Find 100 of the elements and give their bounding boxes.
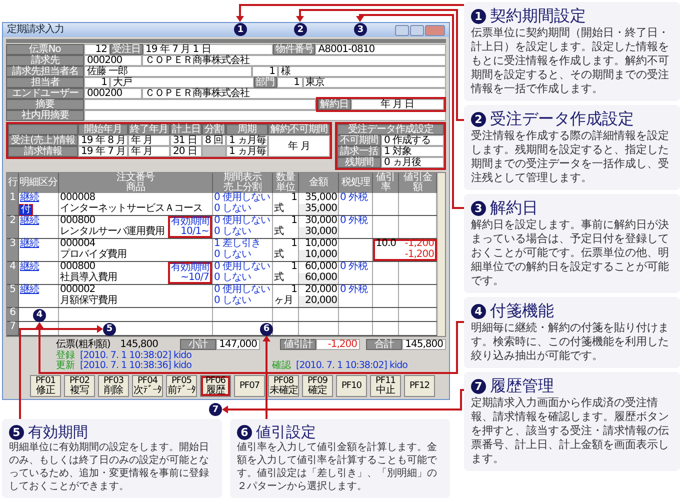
log-timestamp: [2010. 7. 1 10:38:02] kido (296, 361, 408, 371)
minimize-button[interactable] (395, 24, 409, 36)
tag-badge[interactable]: 付 (20, 205, 32, 215)
input-field[interactable]: 12 (84, 44, 110, 55)
input-field[interactable]: 20 日 (170, 146, 202, 157)
function-key-button[interactable]: PF11 中止 (370, 375, 401, 397)
input-field[interactable]: 31 日 (170, 135, 202, 146)
input-field[interactable] (84, 110, 446, 121)
column-header: 解約不可期間 (268, 124, 330, 135)
column-header: 明細区分 (19, 173, 59, 193)
column-header: 分割 (202, 124, 226, 135)
number-badge: 1 (471, 8, 486, 24)
field-label: 解約日 (318, 99, 350, 110)
input-field[interactable]: 年 月 (268, 135, 330, 157)
table-cell-text: 000008 (59, 193, 96, 204)
input-field[interactable]: ＣＯＰＥＲ商事株式会社 (142, 55, 446, 66)
section-header: 受注データ作成設定 (337, 124, 444, 135)
input-field[interactable]: 19 年 7 月 1 日 (142, 44, 274, 55)
input-field[interactable]: 東京 (302, 77, 446, 88)
table-cell: 35,000 (299, 204, 338, 215)
number-badge: 4 (471, 304, 486, 318)
input-field[interactable]: A8001-0810 (315, 44, 446, 55)
function-key-button[interactable]: PF02 複写 (64, 375, 95, 397)
scrollbar[interactable] (437, 173, 445, 336)
table-cell-text: 0 外税 (339, 216, 369, 227)
input-field[interactable]: 1 (252, 66, 278, 77)
table-cell-text: 1 (290, 239, 298, 250)
table-cell-text: 30,000 (304, 216, 338, 226)
close-button[interactable] (425, 24, 445, 36)
number-badge: 2 (471, 112, 486, 126)
table-cell-text: -1,200 (404, 239, 435, 250)
table-cell: 30,000 (299, 227, 338, 238)
table-cell-text: 0 しない (213, 296, 252, 307)
total-value: 145,800 (119, 339, 158, 350)
table-cell-text: 10,000 (304, 239, 338, 250)
total-field: 147,000 (216, 339, 260, 350)
column-header: 値引金額 (399, 173, 437, 193)
input-field[interactable]: 大戸 (110, 77, 254, 88)
function-key-button[interactable]: PF06 履歴 (200, 375, 231, 397)
field-label: 不可期間 (337, 135, 381, 146)
function-key-button[interactable]: PF12 (404, 375, 435, 397)
number-badge: 5 (9, 424, 24, 440)
input-field[interactable]: 1 (276, 77, 302, 88)
detail-type-link[interactable]: 継続 (20, 284, 39, 295)
table-cell-text: 000002 (59, 285, 96, 295)
column-header: 数量 (276, 173, 295, 183)
table-cell: 60,000 (299, 273, 338, 284)
input-field[interactable]: 1 ヵ月毎 (226, 135, 268, 146)
function-key-button[interactable]: PF10 (336, 375, 367, 397)
input-field[interactable]: 1 対象 (381, 146, 444, 157)
input-field[interactable]: 000200 (84, 55, 142, 66)
callout-title: 契約期間設定 (490, 6, 586, 26)
input-field[interactable]: 佐藤 一郎 (84, 66, 252, 77)
column-header: 金額 (299, 173, 339, 193)
table-cell-text: ヶ月 (273, 296, 294, 307)
callout-title: 値引設定 (256, 423, 316, 441)
table-cell-text: 0 使用しない (213, 285, 272, 296)
field-label: 残期間 (337, 157, 381, 168)
function-key-button[interactable]: PF03 削除 (98, 375, 129, 397)
input-field[interactable]: 1 (84, 77, 110, 88)
input-field[interactable]: 0 ヵ月後 (381, 157, 444, 168)
input-field[interactable]: 0 作成する (381, 135, 444, 146)
table-cell-text: 式 (273, 250, 284, 261)
function-key-button[interactable]: PF05 前ﾃﾞｰﾀ (166, 375, 197, 397)
input-field[interactable]: 19 年 8 月 (78, 135, 128, 146)
date-field[interactable]: 年 月 日 (350, 99, 444, 110)
table-cell-text: 000800 (59, 216, 96, 226)
field-label: 物件番号 (273, 44, 316, 55)
input-field[interactable]: 年 月 (128, 146, 170, 157)
function-key-button[interactable]: PF01 修正 (30, 375, 61, 397)
detail-type-link[interactable]: 継続 (20, 215, 39, 226)
detail-type-link[interactable]: 継続 (20, 192, 39, 203)
function-key-button[interactable]: PF09 確定 (302, 375, 333, 397)
function-key-button[interactable]: PF04 次ﾃﾞｰﾀ (132, 375, 163, 397)
maximize-button[interactable] (410, 24, 424, 36)
input-field[interactable]: ＣＯＰＥＲ商事株式会社 (142, 88, 446, 99)
table-cell-text: 60,000 (304, 262, 338, 272)
column-header: 税処理 (339, 173, 373, 193)
callout-title: 履歴管理 (490, 376, 554, 396)
number-badge: 3 (471, 200, 486, 216)
detail-type-link[interactable]: 継続 (20, 261, 39, 272)
function-key-button[interactable]: PF08 未確定 (268, 375, 299, 397)
input-field[interactable]: 19 年 7 月 (78, 146, 128, 157)
input-field[interactable]: 年 月 (128, 135, 170, 146)
input-field[interactable]: 様 (278, 66, 446, 77)
table-cell-text: 0 使用しない (213, 262, 272, 272)
validity-range: ~10/7 (180, 273, 209, 283)
function-key-button[interactable]: PF07 (234, 375, 265, 397)
detail-type-link[interactable]: 継続 (20, 238, 39, 249)
table-cell-text: 0 外税 (339, 262, 369, 273)
table-cell-text: -1,200 (404, 250, 435, 261)
window-title: 定期請求入力 (7, 24, 64, 36)
input-field[interactable]: 000200 (84, 88, 142, 99)
input-field[interactable]: 8 回 (202, 135, 226, 146)
table-cell-text: プロバイダ費用 (59, 250, 128, 261)
validity-range: 10/1~ (180, 227, 209, 237)
input-field[interactable] (84, 99, 316, 110)
input-field[interactable]: 1 ヵ月毎 (226, 146, 268, 157)
log-label: 更新 (56, 361, 76, 371)
field-label: 部門 (254, 77, 276, 88)
